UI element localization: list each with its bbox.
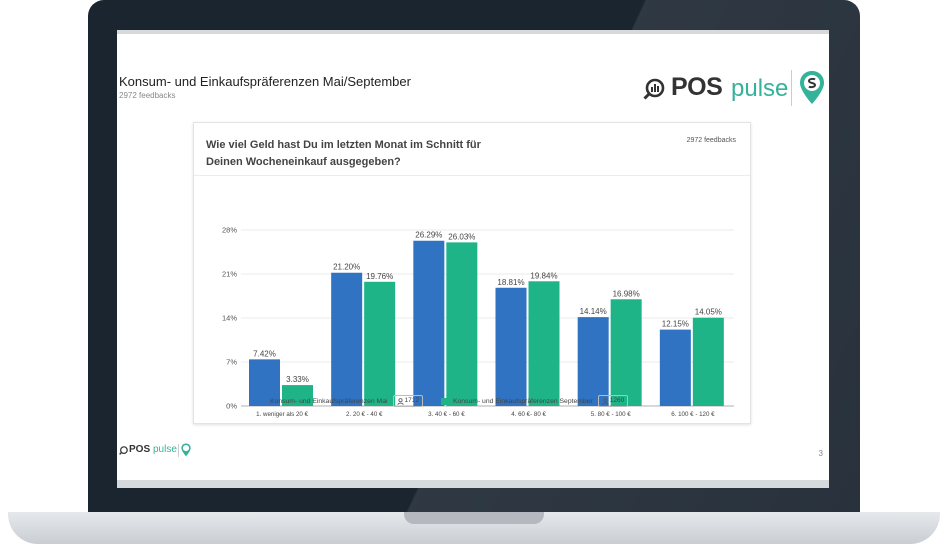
chart-legend: Konsum- und Einkaufspräferenzen Mai 1712… [258, 394, 629, 408]
legend-label-september[interactable]: Konsum- und Einkaufspräferenzen Septembe… [453, 398, 593, 405]
screen-bottom-border [117, 480, 829, 488]
data-label: 12.15% [662, 320, 689, 329]
brand-divider [791, 70, 792, 106]
data-label: 14.05% [695, 308, 722, 317]
data-label: 26.29% [415, 231, 442, 240]
bar-september [528, 281, 560, 406]
pospulse-logo: POS pulse [641, 70, 827, 110]
legend-count-september: 1260 [597, 395, 629, 407]
page-subtitle: 2972 feedbacks [119, 91, 176, 100]
brand-pos: POS [671, 73, 723, 101]
bar-mai [659, 329, 691, 406]
data-label: 14.14% [580, 307, 607, 316]
chart-card: Wie viel Geld hast Du im letzten Monat i… [193, 122, 751, 424]
location-pin-icon [181, 443, 191, 457]
y-tick-label: 14% [222, 314, 237, 323]
y-tick-label: 7% [226, 358, 237, 367]
x-tick-label: 4. 60 €- 80 € [511, 411, 546, 418]
screen: Konsum- und Einkaufspräferenzen Mai/Sept… [117, 30, 829, 488]
user-icon [602, 397, 609, 405]
bar-chart: 0% 7% 14% 21% 28% 7.42% 3.33% 1. weniger als 20… [222, 226, 734, 418]
bar-september [446, 242, 478, 406]
page-number: 3 [818, 449, 823, 458]
data-label: 16.98% [613, 289, 640, 298]
page-title: Konsum- und Einkaufspräferenzen Mai/Sept… [119, 74, 411, 89]
footer-brand-pos: POS [129, 444, 151, 455]
search-chart-icon [119, 446, 128, 455]
x-tick-label: 6. 100 € - 120 € [671, 411, 715, 418]
x-tick-label: 2. 20 € - 40 € [346, 411, 383, 418]
legend-count-mai-value: 1712 [404, 397, 419, 404]
user-icon [396, 397, 404, 405]
x-tick-label: 1. weniger als 20 € [256, 411, 308, 418]
bar-mai [577, 317, 609, 406]
bar-september [364, 281, 396, 406]
data-label: 3.33% [286, 375, 309, 384]
footer-brand-pulse: pulse [153, 444, 177, 455]
bar-mai [331, 272, 363, 406]
data-label: 19.84% [530, 271, 557, 280]
legend-swatch-september [440, 397, 448, 405]
laptop-notch [404, 512, 544, 524]
bar-mai [413, 240, 445, 406]
bar-september [610, 299, 642, 406]
footer-pospulse-logo: POS pulse [119, 442, 199, 460]
bar-september [692, 317, 724, 406]
search-chart-icon [643, 78, 665, 100]
location-pin-icon [800, 71, 824, 104]
y-tick-label: 21% [222, 270, 237, 279]
data-label: 18.81% [497, 278, 524, 287]
legend-count-september-value: 1260 [609, 397, 625, 404]
screen-top-border [117, 30, 829, 34]
footer-brand-divider [178, 444, 179, 457]
data-label: 21.20% [333, 263, 360, 272]
bar-mai [495, 287, 527, 406]
y-tick-label: 0% [226, 402, 237, 411]
x-tick-label: 5. 80 € - 100 € [591, 411, 631, 418]
legend-swatch-mai [258, 397, 265, 405]
brand-pulse: pulse [731, 75, 789, 102]
y-tick-label: 28% [222, 226, 237, 235]
data-label: 7.42% [253, 349, 276, 358]
data-label: 19.76% [366, 272, 393, 281]
x-tick-label: 3. 40 € - 60 € [428, 411, 465, 418]
legend-count-mai: 1712 [392, 395, 423, 407]
legend-label-mai[interactable]: Konsum- und Einkaufspräferenzen Mai [270, 398, 388, 405]
data-label: 26.03% [448, 232, 475, 241]
